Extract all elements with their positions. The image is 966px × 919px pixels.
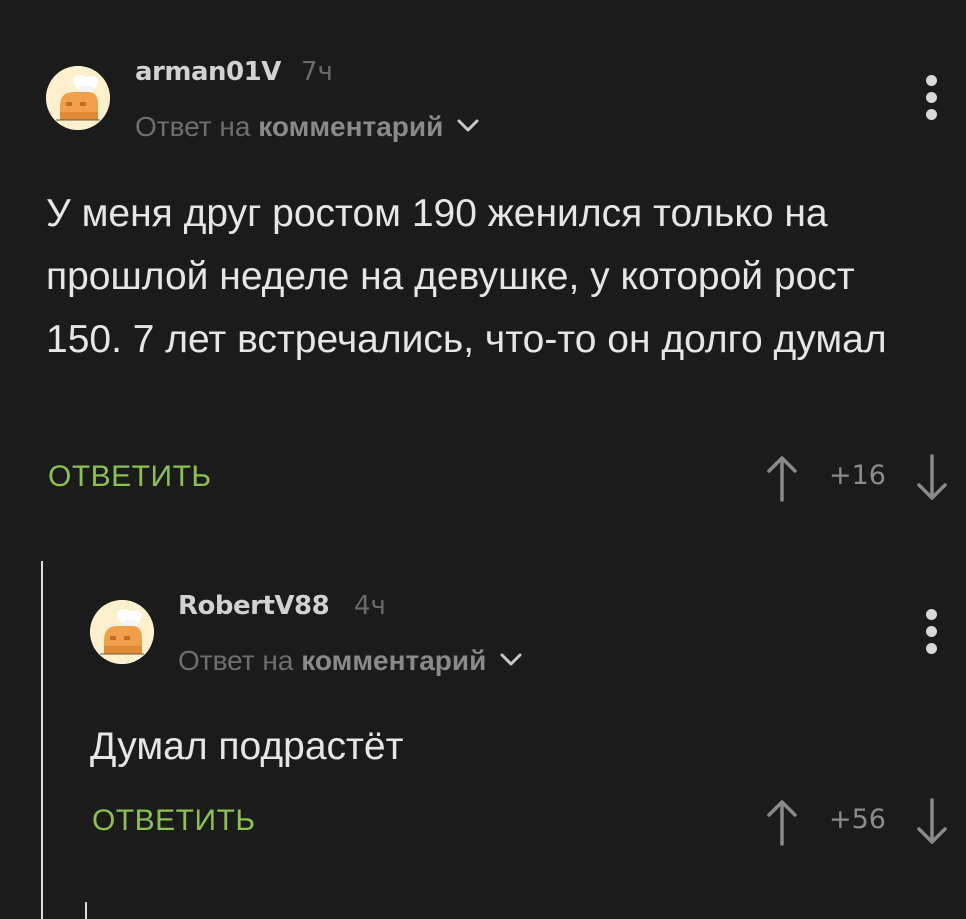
arrow-up-icon[interactable] — [764, 454, 800, 502]
chevron-down-icon[interactable] — [457, 119, 479, 133]
avatar[interactable] — [90, 600, 154, 664]
reply-target[interactable]: комментарий — [301, 645, 486, 676]
comment-author[interactable]: RobertV88 — [178, 591, 330, 621]
more-vertical-icon[interactable] — [921, 609, 941, 655]
arrow-down-icon[interactable] — [914, 454, 950, 502]
avatar[interactable] — [46, 66, 110, 130]
reply-target[interactable]: комментарий — [258, 111, 443, 142]
more-vertical-icon[interactable] — [921, 75, 941, 121]
avatar-image — [46, 66, 110, 130]
avatar-image — [90, 600, 154, 664]
reply-to-link[interactable]: Ответ на комментарий — [135, 111, 479, 143]
reply-prefix: Ответ на — [135, 111, 251, 142]
reply-prefix: Ответ на — [178, 645, 294, 676]
reply-button[interactable]: ОТВЕТИТЬ — [92, 804, 256, 838]
comments-page: arman01V 7ч Ответ на комментарий У меня … — [0, 0, 966, 919]
comment-time: 4ч — [354, 591, 386, 621]
thread-line[interactable] — [41, 561, 43, 919]
comment-text: У меня друг ростом 190 женился только на… — [46, 192, 887, 361]
rating-count: +16 — [829, 460, 886, 491]
chevron-down-icon[interactable] — [500, 653, 522, 667]
comment-time: 7ч — [301, 57, 333, 87]
arrow-up-icon[interactable] — [764, 798, 800, 846]
reply-button[interactable]: ОТВЕТИТЬ — [48, 460, 212, 494]
comment: arman01V 7ч Ответ на комментарий У меня … — [0, 0, 966, 540]
arrow-down-icon[interactable] — [914, 798, 950, 846]
reply-to-link[interactable]: Ответ на комментарий — [178, 645, 522, 677]
rating-count: +56 — [829, 804, 886, 835]
comment-text: Думал подрастёт — [90, 725, 404, 768]
comment-reply: RobertV88 4ч Ответ на комментарий Думал … — [44, 560, 966, 919]
comment-author[interactable]: arman01V — [135, 57, 281, 87]
